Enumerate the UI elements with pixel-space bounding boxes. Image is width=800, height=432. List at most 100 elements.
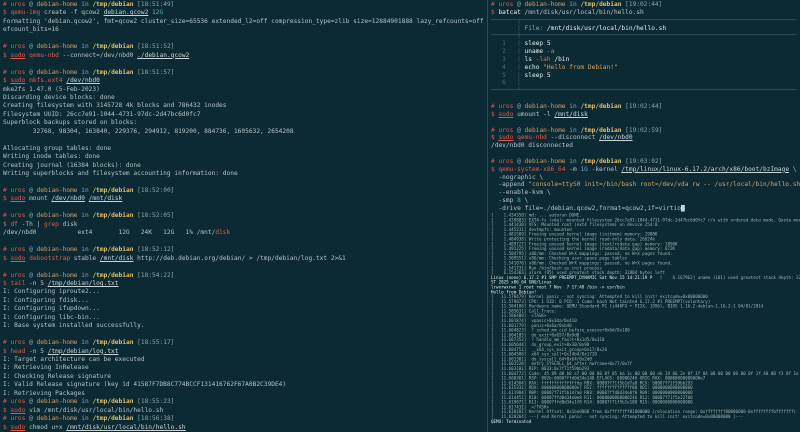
text-token: 1G [580,166,587,173]
terminal-line: $ qemu-img create -f qcow2 debian.qcow2 … [3,9,487,17]
text-token: [ 11.608381] RSP: 002b:00007ffd0d34e148 … [491,376,705,381]
text-token: @ [513,127,524,134]
text-token: /dev/nbd0 [51,195,85,202]
terminal-pane-right[interactable]: # uros @ debian-home in /tmp/debian [19:… [487,0,800,432]
terminal-line: -drive file=./debian.qcow2,format=qcow2,… [491,205,800,213]
text-token: /tmp/debian [580,103,621,110]
text-token: 2 │ [491,48,525,55]
text-token: debian-home [37,246,78,253]
text-token: /dev/nbd0 [66,77,100,84]
text-token: [ 11.620264] ---[ end Kernel panic - not… [491,414,743,419]
text-token: -kernel [588,166,622,173]
text-token: -drive file=./debian.qcow2,format=qcow2,… [491,205,681,212]
text-token: [ 1.439803] EXT4-fs (vda): mounted files… [491,218,800,223]
text-token: /mnt/disk [100,255,134,262]
terminal-line: $ sudo mkfs.ext4 /dev/nbd0 [3,77,487,85]
text-token: 5 │ [491,72,525,79]
text-token: mount [25,195,51,202]
text-token: @ [25,43,36,50]
text-token: @ [25,246,36,253]
terminal-line: 3 │ ls -lah /bin [491,56,800,64]
terminal-line: I: Checking Release signature [3,373,487,381]
text-token: Filesystem UUID: 26cc7e91-1044-4731-97dc… [3,111,200,118]
terminal-line [3,60,487,68]
text-token: \ [521,197,528,204]
text-token: -nographic \ [491,174,543,181]
text-token: in [566,127,581,134]
text-token: mkfs.ext4 [29,77,63,84]
text-token: [ 11.579073] CPU: 1 UID: 0 PID: 1 Comm: … [491,299,710,304]
terminal-line: I: Retrieving InRelease [3,364,487,372]
terminal-line: 32768, 98304, 163840, 229376, 294912, 81… [3,128,487,136]
text-token: @ [513,103,524,110]
text-token: in [566,158,581,165]
text-token: [ 11.601779] panic+0x6a/0xb40 [491,323,572,328]
text-token: \ [789,166,796,173]
terminal-line: $ qemu-system-x86_64 -m 1G -kernel /tmp/… [491,166,800,174]
text-token: debian-home [37,398,78,405]
terminal-line [3,179,487,187]
text-token: grep [44,221,59,228]
terminal-line: 5 │ sleep 5 [491,72,800,80]
text-token: [ 11.601381] do_syscall_64+0x64/0x2d0 [491,357,592,362]
text-token: @ [25,415,36,422]
text-token: ls [525,56,536,63]
text-token: 1 │ [491,40,525,47]
text-token: I: Configuring libc-bin... [3,314,100,321]
terminal-line: # uros @ debian-home in /tmp/debian [18:… [3,398,487,406]
terminal-line: # uros @ debian-home in /tmp/debian [18:… [3,212,487,220]
text-token: qemu-system-x86_64 [498,166,565,173]
text-token: /dev/nbd0 ext4 12G 24K 12G 1% /mnt/ [3,229,215,236]
terminal-line: -append "console=ttyS0 init=/bin/bash ro… [491,181,800,189]
text-token: echo [525,64,544,71]
terminal-line [3,238,487,246]
text-token: ST 2025 x86_64 GNU/Linux [491,280,552,285]
terminal-line: # uros @ debian-home in /tmp/debian [19:… [491,127,800,135]
text-token: uros [10,187,25,194]
text-token: in [78,415,93,422]
text-token: in [566,1,581,8]
text-token: debian-home [525,103,566,110]
terminal-window: # uros @ debian-home in /tmp/debian [18:… [0,0,800,432]
text-token: in [78,272,93,279]
text-token: Creating filesystem with 3145728 4k bloc… [3,102,227,109]
text-token: Writing superblocks and filesystem accou… [3,170,238,177]
text-token: [18:51:57] [133,69,174,76]
text-token: I: Configuring fdisk... [3,297,89,304]
terminal-line: I: Retrieving Packages [3,390,487,398]
text-token: disk [215,229,230,236]
text-token: ───────┼────────────────────────────────… [491,32,796,39]
text-token: uros [10,212,25,219]
text-token: ───────┴────────────────────────────────… [491,87,796,94]
text-token: /tmp/debian [92,398,133,405]
text-token: Creating journal (16384 blocks): done [3,162,141,169]
text-token: [18:51:49] [133,1,174,8]
text-token: [18:52:00] [133,187,174,194]
text-token: debian-home [37,339,78,346]
text-token: uros [10,43,25,50]
text-token: uros [10,415,25,422]
text-token: sudo [10,195,25,202]
text-token: Writing inode tables: done [3,153,100,160]
text-token: sudo [10,255,25,262]
text-token: [ 11.605644] do_group_exit+0x30/0x90 [491,342,589,347]
text-token: /mnt/disk/usr/local/bin/hello.sh [521,9,644,16]
text-token: tail [10,280,25,287]
text-token: efcount_bits=16 [3,26,59,33]
text-token: 4 │ [491,64,525,71]
text-token: @ [25,398,36,405]
text-token: sleep 5 [525,40,551,47]
terminal-line: $ sudo mount /dev/nbd0 /mnt/disk [3,195,487,203]
terminal-line: $ batcat /mnt/disk/usr/local/bin/hello.s… [491,9,800,17]
terminal-line: $ sudo debootstrap stable /mnt/disk http… [3,255,487,263]
text-token: /bin [551,56,570,63]
text-token: -n 5 [25,280,47,287]
terminal-line: $ sudo umount -l /mnt/disk [491,111,800,119]
text-token: --enable-kvm \ [491,189,551,196]
text-token: uros [10,272,25,279]
text-token: sudo [10,424,25,431]
text-token: sudo [498,111,513,118]
terminal-pane-left[interactable]: # uros @ debian-home in /tmp/debian [18:… [0,0,487,432]
text-token: [ 11.603101] RIP: 0033:0x7f71f59bb293 [491,366,589,371]
text-token: @ [513,1,524,8]
